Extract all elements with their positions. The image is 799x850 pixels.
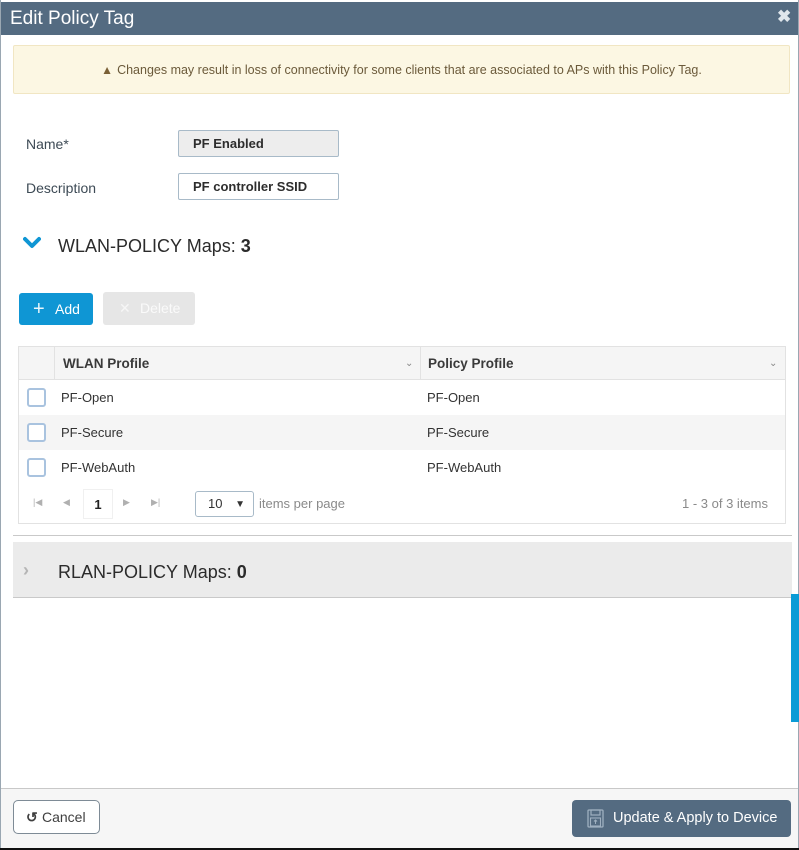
row-checkbox[interactable] — [27, 458, 46, 477]
wlan-profile-cell: PF-Open — [61, 390, 114, 405]
delete-label: Delete — [140, 300, 181, 316]
page-size-value: 10 — [208, 496, 223, 511]
policy-profile-cell: PF-Secure — [427, 425, 490, 440]
policy-profile-cell: PF-Open — [427, 390, 480, 405]
prev-page-icon[interactable]: ◀ — [63, 497, 70, 508]
chevron-right-icon[interactable]: › — [23, 560, 29, 581]
scrollbar[interactable] — [791, 594, 799, 722]
pagination: |◀ ◀ 1 ▶ ▶| 10 ▼ items per page 1 - 3 of… — [19, 487, 785, 523]
name-label: Name* — [26, 136, 69, 152]
add-label: Add — [55, 301, 80, 317]
cancel-label: Cancel — [42, 809, 86, 825]
delete-button: ✕ Delete — [103, 292, 195, 325]
apply-label: Update & Apply to Device — [613, 810, 778, 826]
grid-header: WLAN Profile ⌄ Policy Profile ⌄ — [19, 347, 785, 380]
chevron-down-icon[interactable] — [23, 236, 41, 250]
plus-icon: + — [33, 298, 45, 320]
items-per-page-label: items per page — [259, 496, 345, 511]
edit-policy-tag-dialog: Edit Policy Tag ✖ ▲ Changes may result in… — [0, 0, 799, 848]
cancel-button[interactable]: ↺ Cancel — [13, 800, 100, 834]
table-row[interactable]: PF-Open PF-Open — [19, 380, 785, 415]
last-page-icon[interactable]: ▶| — [151, 497, 160, 508]
column-label: Policy Profile — [428, 356, 514, 371]
name-field: PF Enabled — [178, 130, 339, 157]
next-page-icon[interactable]: ▶ — [123, 497, 130, 508]
checkbox-column-header — [19, 347, 55, 380]
description-field[interactable]: PF controller SSID — [178, 173, 339, 200]
warning-alert: ▲ Changes may result in loss of connectiv… — [13, 45, 790, 94]
row-checkbox[interactable] — [27, 423, 46, 442]
rlan-policy-maps-header[interactable]: › RLAN-POLICY Maps: 0 — [13, 542, 792, 598]
page-size-select[interactable]: 10 ▼ — [195, 491, 254, 517]
wlan-section-title: WLAN-POLICY Maps: — [58, 236, 236, 256]
items-count: 1 - 3 of 3 items — [682, 496, 768, 511]
x-icon: ✕ — [119, 300, 131, 316]
alert-message: Changes may result in loss of connectivi… — [117, 63, 702, 77]
column-header-policy-profile[interactable]: Policy Profile ⌄ — [421, 347, 785, 380]
first-page-icon[interactable]: |◀ — [33, 497, 42, 508]
undo-icon: ↺ — [26, 809, 38, 825]
wlan-profile-cell: PF-WebAuth — [61, 460, 136, 475]
add-button[interactable]: + Add — [19, 293, 93, 325]
column-label: WLAN Profile — [63, 356, 150, 371]
rlan-section-title: RLAN-POLICY Maps: — [58, 562, 232, 582]
dialog-title: Edit Policy Tag — [10, 8, 135, 29]
chevron-down-icon[interactable]: ⌄ — [405, 347, 413, 380]
close-icon[interactable]: ✖ — [777, 8, 791, 25]
rlan-section-count: 0 — [236, 562, 247, 582]
section-divider — [13, 535, 792, 536]
dialog-footer: ↺ Cancel Update & Apply to Device — [1, 788, 798, 848]
table-row[interactable]: PF-WebAuth PF-WebAuth — [19, 450, 785, 485]
wlan-policy-maps-header[interactable]: WLAN-POLICY Maps: 3 — [58, 236, 251, 257]
chevron-down-icon[interactable]: ⌄ — [769, 347, 777, 380]
policy-profile-cell: PF-WebAuth — [427, 460, 502, 475]
wlan-section-count: 3 — [240, 236, 251, 256]
warning-triangle-icon: ▲ — [101, 63, 114, 77]
wlan-profile-cell: PF-Secure — [61, 425, 124, 440]
table-row[interactable]: PF-Secure PF-Secure — [19, 415, 785, 450]
dialog-header: Edit Policy Tag ✖ — [1, 2, 798, 35]
caret-down-icon: ▼ — [235, 499, 245, 510]
description-label: Description — [26, 180, 97, 196]
current-page[interactable]: 1 — [83, 489, 113, 519]
update-apply-button[interactable]: Update & Apply to Device — [572, 800, 791, 837]
column-header-wlan-profile[interactable]: WLAN Profile ⌄ — [55, 347, 421, 380]
wlan-policy-grid: WLAN Profile ⌄ Policy Profile ⌄ PF-Open … — [18, 346, 786, 524]
row-checkbox[interactable] — [27, 388, 46, 407]
save-icon — [587, 809, 604, 828]
